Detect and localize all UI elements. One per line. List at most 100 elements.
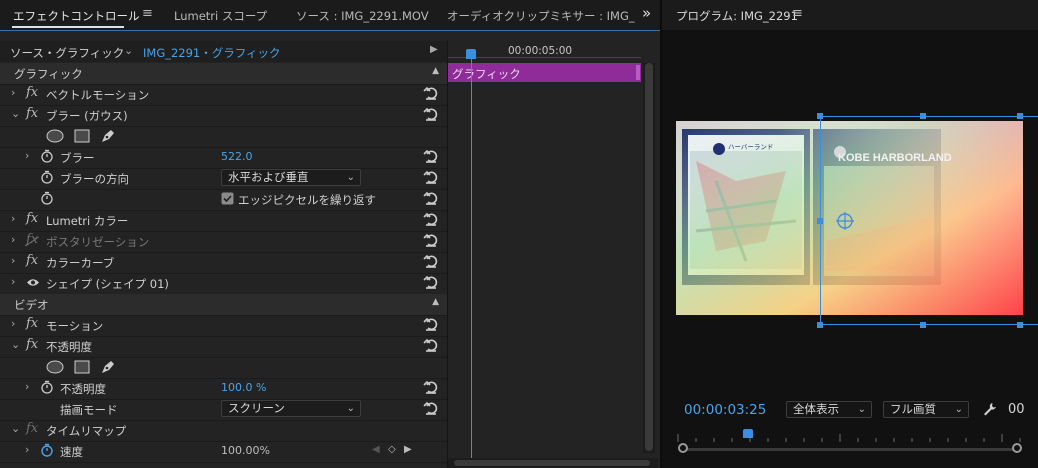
blur-value[interactable]: 522.0: [221, 150, 253, 163]
effect-row-lumetri-color[interactable]: › fx Lumetri カラー: [0, 210, 447, 232]
effect-row-time-remap[interactable]: ⌄ fx タイムリマップ: [0, 420, 447, 442]
bbox-handle[interactable]: [1017, 113, 1023, 119]
bbox-handle[interactable]: [817, 322, 823, 328]
stopwatch-icon[interactable]: [40, 191, 54, 205]
effect-row-shape[interactable]: › シェイプ (シェイプ 01): [0, 273, 447, 295]
expand-chevron-icon[interactable]: ›: [11, 86, 15, 99]
program-timecode[interactable]: 00:00:03:25: [684, 402, 766, 418]
expand-chevron-icon[interactable]: ›: [11, 254, 15, 267]
effect-row-posterize[interactable]: › fx ポスタリゼーション: [0, 231, 447, 253]
stopwatch-icon[interactable]: [40, 170, 54, 184]
expand-chevron-icon[interactable]: ›: [25, 380, 29, 393]
play-only-icon[interactable]: ▶: [430, 44, 438, 55]
next-keyframe-icon[interactable]: ▶: [404, 444, 412, 455]
reset-icon[interactable]: [423, 253, 439, 269]
tab-source[interactable]: ソース : IMG_2291.MOV: [296, 8, 429, 24]
panel-menu-icon[interactable]: ≡: [142, 6, 153, 21]
source-label[interactable]: ソース・グラフィック: [10, 45, 124, 61]
fit-select[interactable]: 全体表示 ⌄: [786, 401, 872, 418]
fx-toggle-icon[interactable]: fx: [26, 316, 38, 331]
prev-keyframe-icon[interactable]: ◀: [372, 444, 380, 455]
effect-row-color-curve[interactable]: › fx カラーカーブ: [0, 252, 447, 274]
expand-chevron-icon[interactable]: ›: [11, 275, 15, 288]
pen-mask-icon[interactable]: [100, 128, 116, 144]
reset-icon[interactable]: [423, 190, 439, 206]
rectangle-mask-icon[interactable]: [74, 360, 90, 374]
fx-disabled-icon[interactable]: fx: [26, 421, 38, 436]
tab-effect-controls[interactable]: エフェクトコントロール: [13, 8, 140, 24]
expand-chevron-icon[interactable]: ›: [25, 149, 29, 162]
fx-toggle-icon[interactable]: fx: [26, 211, 38, 226]
program-menu-icon[interactable]: ≡: [792, 6, 803, 21]
reset-icon[interactable]: [423, 232, 439, 248]
reset-icon[interactable]: [423, 400, 439, 416]
collapse-up-icon[interactable]: ▲: [432, 66, 439, 76]
fx-toggle-icon[interactable]: fx: [26, 337, 38, 352]
add-keyframe-icon[interactable]: ◇: [388, 444, 396, 455]
bbox-handle[interactable]: [817, 218, 823, 224]
wrench-settings-icon[interactable]: [982, 401, 998, 417]
expand-chevron-icon[interactable]: ›: [11, 212, 15, 225]
zoom-right-handle[interactable]: [1012, 443, 1022, 453]
anchor-point-icon[interactable]: [835, 211, 855, 231]
stopwatch-icon[interactable]: [40, 149, 54, 163]
blur-direction-select[interactable]: 水平および垂直 ⌄: [221, 169, 361, 186]
stopwatch-icon[interactable]: [40, 380, 54, 394]
hscroll-thumb[interactable]: [454, 460, 650, 466]
expand-chevron-icon[interactable]: ›: [11, 233, 15, 246]
reset-icon[interactable]: [423, 337, 439, 353]
param-row-repeat-edge[interactable]: エッジピクセルを繰り返す: [0, 189, 447, 211]
collapse-chevron-icon[interactable]: ⌄: [11, 107, 20, 120]
param-row-blur-direction[interactable]: ブラーの方向 水平および垂直 ⌄: [0, 168, 447, 190]
fx-toggle-icon[interactable]: fx: [26, 253, 38, 268]
reset-icon[interactable]: [423, 316, 439, 332]
pen-mask-icon[interactable]: [100, 359, 116, 375]
zoom-left-handle[interactable]: [678, 443, 688, 453]
effect-row-motion[interactable]: › fx モーション: [0, 315, 447, 337]
reset-icon[interactable]: [423, 148, 439, 164]
blend-mode-select[interactable]: スクリーン ⌄: [221, 400, 361, 417]
section-video[interactable]: ビデオ ▲: [0, 294, 447, 316]
effect-row-opacity[interactable]: ⌄ fx 不透明度: [0, 336, 447, 358]
ellipse-mask-icon[interactable]: [46, 129, 64, 143]
reset-icon[interactable]: [423, 169, 439, 185]
expand-chevron-icon[interactable]: ›: [11, 317, 15, 330]
reset-icon[interactable]: [423, 379, 439, 395]
section-graphic[interactable]: グラフィック ▲: [0, 63, 447, 85]
expand-chevron-icon[interactable]: ›: [25, 443, 29, 456]
quality-select[interactable]: フル画質 ⌄: [883, 401, 969, 418]
param-row-opacity[interactable]: › 不透明度 100.0 %: [0, 378, 447, 400]
program-ruler[interactable]: [676, 432, 1026, 444]
tab-audio-clip-mixer[interactable]: オーディオクリップミキサー : IMG_: [447, 8, 635, 24]
stopwatch-active-icon[interactable]: [40, 443, 54, 457]
collapse-chevron-icon[interactable]: ⌄: [11, 338, 20, 351]
effect-row-blur[interactable]: ⌄ fx ブラー (ガウス): [0, 105, 447, 127]
collapse-up-icon[interactable]: ▲: [432, 297, 439, 307]
collapse-chevron-icon[interactable]: ⌄: [11, 422, 20, 435]
vertical-scrollbar[interactable]: [643, 63, 655, 453]
tab-overflow-icon[interactable]: »: [642, 4, 651, 22]
program-zoom-bar[interactable]: [684, 448, 1018, 451]
clip-end-handle[interactable]: [636, 65, 640, 80]
ellipse-mask-icon[interactable]: [46, 360, 64, 374]
bbox-handle[interactable]: [817, 113, 823, 119]
reset-icon[interactable]: [423, 211, 439, 227]
source-chevron-down-icon[interactable]: ⌄: [124, 44, 133, 57]
opacity-value[interactable]: 100.0 %: [221, 381, 266, 394]
bbox-handle[interactable]: [920, 322, 926, 328]
speed-value[interactable]: 100.00%: [221, 444, 270, 457]
program-title[interactable]: プログラム: IMG_2291: [676, 8, 798, 24]
reset-icon[interactable]: [423, 106, 439, 122]
scroll-thumb[interactable]: [645, 63, 653, 451]
reset-icon[interactable]: [423, 274, 439, 290]
param-row-blur[interactable]: › ブラー 522.0: [0, 147, 447, 169]
bbox-handle[interactable]: [920, 113, 926, 119]
param-row-blend-mode[interactable]: 描画モード スクリーン ⌄: [0, 399, 447, 421]
rectangle-mask-icon[interactable]: [74, 129, 90, 143]
effect-row-vector-motion[interactable]: › fx ベクトルモーション: [0, 84, 447, 106]
source-clip-label[interactable]: IMG_2291・グラフィック: [143, 45, 281, 61]
bbox-handle[interactable]: [1017, 322, 1023, 328]
horizontal-scrollbar[interactable]: [448, 458, 658, 468]
repeat-edge-checkbox[interactable]: [221, 192, 234, 205]
eye-visibility-icon[interactable]: [26, 277, 40, 288]
